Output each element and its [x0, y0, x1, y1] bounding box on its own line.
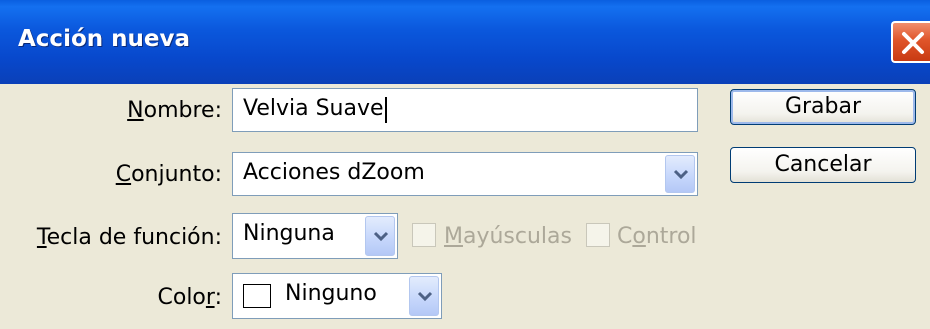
color-label: Color:: [157, 285, 223, 310]
cancel-button[interactable]: Cancelar: [730, 147, 916, 183]
function-key-dropdown[interactable]: Ninguna: [232, 213, 398, 259]
function-key-value: Ninguna: [243, 221, 335, 246]
color-dropdown-value: Ninguno: [285, 281, 377, 306]
control-checkbox-label: Control: [617, 224, 697, 249]
set-dropdown-value: Acciones dZoom: [243, 160, 425, 185]
function-key-dropdown-arrow[interactable]: [365, 216, 395, 256]
chevron-down-icon: [417, 291, 433, 302]
close-button[interactable]: [891, 21, 930, 63]
shift-checkbox[interactable]: [412, 223, 436, 247]
set-dropdown-arrow[interactable]: [665, 155, 695, 193]
title-bar[interactable]: Acción nueva: [0, 0, 930, 84]
text-caret: [385, 97, 387, 123]
chevron-down-icon: [373, 231, 389, 242]
new-action-dialog: Acción nueva Nombre: Velvia Suave Conjun…: [0, 0, 930, 329]
control-checkbox[interactable]: [586, 223, 610, 247]
name-label: Nombre:: [127, 98, 222, 123]
set-dropdown[interactable]: Acciones dZoom: [232, 152, 698, 196]
dialog-title: Acción nueva: [18, 26, 190, 52]
set-label: Conjunto:: [115, 162, 222, 187]
name-input-value: Velvia Suave: [243, 96, 384, 121]
close-icon: [902, 32, 924, 54]
function-key-label: Tecla de función:: [36, 225, 222, 250]
name-input[interactable]: Velvia Suave: [232, 88, 698, 132]
shift-checkbox-label: Mayúsculas: [444, 224, 572, 249]
color-dropdown-arrow[interactable]: [409, 276, 439, 316]
record-button[interactable]: Grabar: [730, 89, 916, 125]
chevron-down-icon: [673, 169, 689, 180]
color-swatch: [243, 284, 271, 308]
color-dropdown[interactable]: Ninguno: [232, 273, 442, 319]
